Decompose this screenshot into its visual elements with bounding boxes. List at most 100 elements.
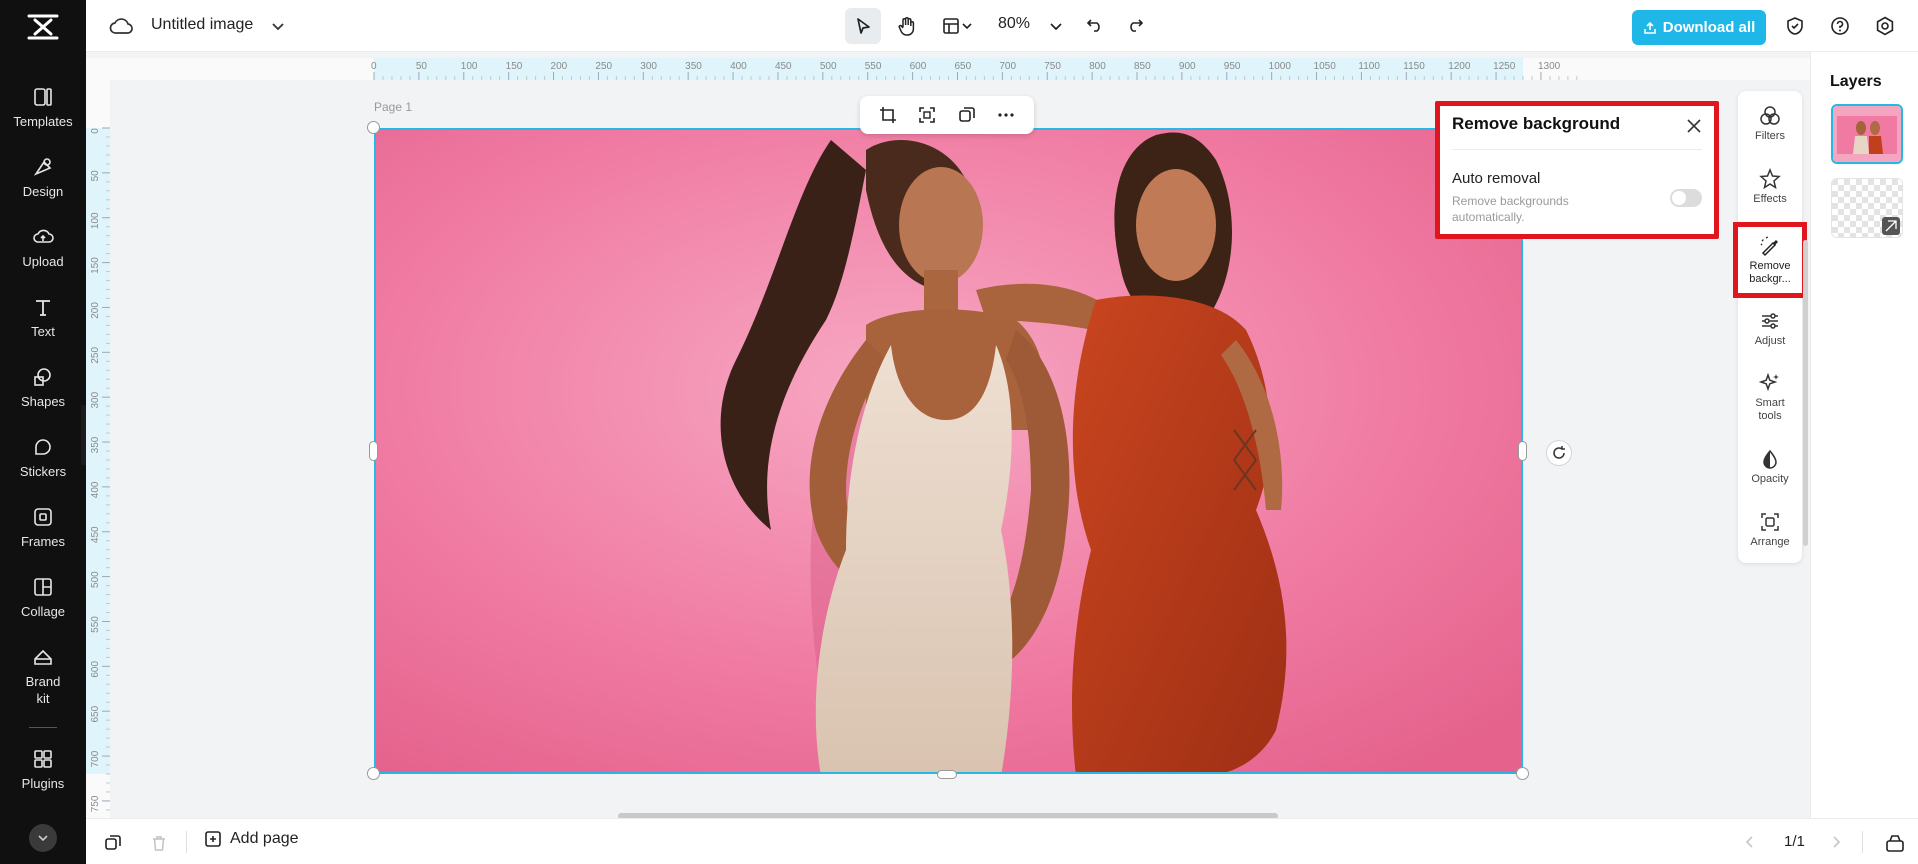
cloud-save-icon[interactable] bbox=[108, 14, 134, 40]
sidebar-item-collage[interactable]: Collage bbox=[0, 576, 86, 636]
resize-handle-bottom-right[interactable] bbox=[1516, 767, 1529, 780]
zoom-level[interactable]: 80% bbox=[998, 15, 1030, 33]
redo-icon bbox=[1130, 19, 1144, 32]
ruler-tick-label: 300 bbox=[90, 391, 101, 408]
filters-icon bbox=[1760, 106, 1780, 125]
sidebar-item-label: Text bbox=[31, 324, 55, 339]
layer-thumbnail-background[interactable] bbox=[1831, 178, 1903, 238]
resize-handle-top-left[interactable] bbox=[367, 121, 380, 134]
ruler-tick-label: 150 bbox=[90, 257, 101, 274]
more-options-button[interactable] bbox=[991, 100, 1021, 130]
plugins-icon bbox=[34, 750, 52, 768]
duplicate-icon bbox=[958, 107, 975, 122]
text-icon bbox=[36, 300, 50, 316]
page-manager-button[interactable] bbox=[1883, 831, 1907, 855]
tool-effects[interactable]: Effects bbox=[1738, 168, 1802, 206]
tool-filters[interactable]: Filters bbox=[1738, 105, 1802, 143]
tool-strip-scrollbar[interactable] bbox=[1803, 240, 1808, 546]
resize-handle-right[interactable] bbox=[1518, 441, 1527, 461]
undo-icon bbox=[1086, 19, 1100, 32]
hand-tool-button[interactable] bbox=[889, 8, 925, 44]
tool-opacity[interactable]: Opacity bbox=[1738, 448, 1802, 486]
tool-smart-tools[interactable]: Smart tools bbox=[1738, 372, 1802, 423]
ruler-tick-label: 500 bbox=[820, 61, 837, 72]
close-panel-button[interactable] bbox=[1682, 114, 1706, 138]
download-all-button[interactable]: Download all bbox=[1632, 10, 1766, 45]
scan-icon bbox=[919, 107, 936, 123]
layer-thumbnail-photo[interactable] bbox=[1831, 104, 1903, 164]
ruler-vertical: 0 50 100 150 200 250 300 350 400 450 500 550 600 650 7… bbox=[86, 82, 110, 818]
cursor-icon bbox=[857, 18, 870, 34]
add-page-button[interactable]: Add page bbox=[204, 829, 299, 849]
title-menu-chevron-icon[interactable] bbox=[268, 16, 288, 36]
select-tool-button[interactable] bbox=[845, 8, 881, 44]
layout-menu-button[interactable] bbox=[933, 8, 981, 44]
ruler-tick-label: 950 bbox=[1224, 61, 1241, 72]
page-label: Page 1 bbox=[374, 100, 413, 114]
resize-handle-left[interactable] bbox=[369, 441, 378, 461]
resize-handle-bottom-left[interactable] bbox=[367, 767, 380, 780]
zoom-menu-chevron-icon[interactable] bbox=[1046, 16, 1066, 36]
canvas-image[interactable] bbox=[374, 128, 1523, 774]
ruler-tick-label: 350 bbox=[685, 61, 702, 72]
ruler-tick-label: 1050 bbox=[1314, 61, 1337, 72]
next-page-button[interactable] bbox=[1826, 832, 1846, 852]
auto-removal-toggle[interactable] bbox=[1670, 189, 1702, 207]
download-all-label: Download all bbox=[1662, 19, 1756, 36]
smart-select-button[interactable] bbox=[912, 100, 942, 130]
capcut-logo-icon[interactable] bbox=[25, 12, 61, 42]
settings-gear-icon[interactable] bbox=[1872, 13, 1898, 39]
ruler-tick-label: 0 bbox=[371, 61, 377, 72]
tool-arrange[interactable]: Arrange bbox=[1738, 511, 1802, 549]
smart-tools-icon bbox=[1759, 372, 1779, 392]
ruler-tick-label: 1000 bbox=[1269, 61, 1292, 72]
ruler-tick-label: 250 bbox=[90, 347, 101, 364]
ruler-tick-label: 700 bbox=[90, 750, 101, 767]
ruler-horizontal: 0 50 100 150 200 250 300 350 400 450 500 550 600 650 7… bbox=[110, 58, 1810, 80]
ruler-tick-label: 0 bbox=[90, 128, 101, 134]
duplicate-page-icon bbox=[105, 835, 121, 850]
sidebar-item-shapes[interactable]: Shapes bbox=[0, 366, 86, 426]
duplicate-button[interactable] bbox=[952, 100, 982, 130]
ruler-tick-label: 600 bbox=[90, 661, 101, 678]
undo-button[interactable] bbox=[1081, 12, 1109, 40]
sidebar-item-stickers[interactable]: Stickers bbox=[0, 436, 86, 496]
sidebar-item-frames[interactable]: Frames bbox=[0, 506, 86, 566]
tool-label: Effects bbox=[1753, 193, 1787, 205]
sidebar-item-brand-kit[interactable]: Brand kit bbox=[0, 646, 86, 710]
sidebar-item-plugins[interactable]: Plugins bbox=[0, 748, 86, 808]
ruler-tick-label: 1250 bbox=[1493, 61, 1516, 72]
opacity-icon bbox=[1763, 449, 1777, 469]
sidebar-item-label: Frames bbox=[20, 534, 66, 549]
ruler-tick-label: 450 bbox=[90, 526, 101, 543]
tool-adjust[interactable]: Adjust bbox=[1738, 310, 1802, 348]
share-upload-icon bbox=[1643, 21, 1656, 34]
sidebar-item-text[interactable]: Text bbox=[0, 296, 86, 356]
previous-page-button[interactable] bbox=[1740, 832, 1760, 852]
help-icon[interactable] bbox=[1827, 13, 1853, 39]
sidebar-item-label: Collage bbox=[20, 604, 66, 619]
tool-label: Filters bbox=[1755, 130, 1785, 142]
panel-divider bbox=[1452, 149, 1702, 150]
resize-handle-bottom[interactable] bbox=[937, 770, 957, 779]
account-avatar[interactable] bbox=[29, 824, 57, 852]
close-icon bbox=[1687, 119, 1701, 133]
duplicate-page-button[interactable] bbox=[102, 832, 124, 854]
delete-page-button[interactable] bbox=[148, 832, 170, 854]
ruler-tick-label: 1150 bbox=[1403, 61, 1425, 72]
shield-check-icon[interactable] bbox=[1782, 13, 1808, 39]
rotate-handle[interactable] bbox=[1546, 440, 1572, 466]
ruler-tick-label: 450 bbox=[775, 61, 792, 72]
sidebar-item-design[interactable]: Design bbox=[0, 156, 86, 216]
crop-button[interactable] bbox=[873, 100, 903, 130]
chevron-left-icon bbox=[1745, 836, 1753, 848]
sidebar-item-upload[interactable]: Upload bbox=[0, 226, 86, 286]
ruler-tick-label: 100 bbox=[461, 61, 478, 72]
ruler-tick-label: 1300 bbox=[1538, 61, 1561, 72]
sidebar-item-templates[interactable]: Templates bbox=[0, 86, 86, 146]
tool-remove-background[interactable]: Remove backgr... bbox=[1733, 222, 1807, 298]
document-title[interactable]: Untitled image bbox=[151, 16, 253, 34]
brand-kit-icon bbox=[34, 649, 52, 665]
redo-button[interactable] bbox=[1121, 12, 1149, 40]
ruler-tick-label: 550 bbox=[865, 61, 882, 72]
